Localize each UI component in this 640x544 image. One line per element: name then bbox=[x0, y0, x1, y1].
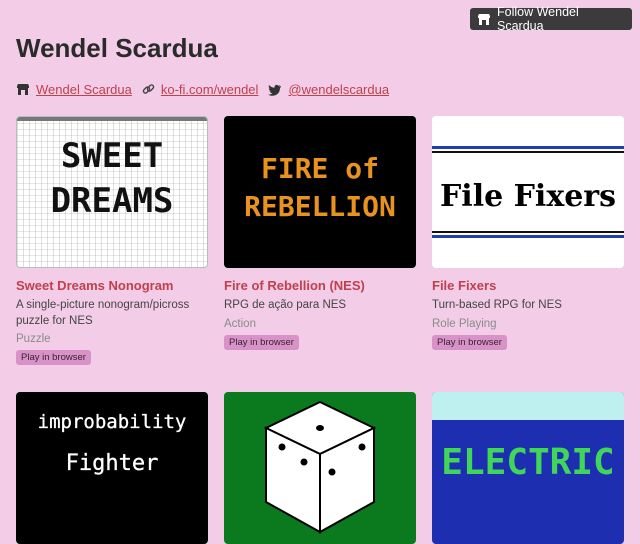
thumb-text-line-2: REBELLION bbox=[244, 190, 396, 223]
follow-button[interactable]: Follow Wendel Scardua bbox=[470, 5, 632, 33]
play-in-browser-badge: Play in browser bbox=[16, 350, 91, 366]
profile-link-itchio: Wendel Scardua bbox=[16, 82, 132, 97]
thumb-text-line-1: FIRE of bbox=[261, 152, 379, 185]
itchio-link[interactable]: Wendel Scardua bbox=[36, 82, 132, 97]
play-in-browser-badge: Play in browser bbox=[432, 334, 507, 350]
game-description: RPG de ação para NES bbox=[224, 299, 347, 311]
game-description: A single-picture nonogram/picross puzzle… bbox=[16, 299, 190, 327]
thumb-text-line-1: SWEET bbox=[61, 136, 163, 176]
game-title[interactable]: Sweet Dreams Nonogram bbox=[16, 278, 208, 293]
thumb-text-line-1: File Fixers bbox=[440, 179, 616, 214]
game-title[interactable]: File Fixers bbox=[432, 278, 624, 293]
game-thumbnail[interactable]: ELECTRIC bbox=[432, 392, 624, 544]
game-thumbnail[interactable]: FIRE of REBELLION bbox=[224, 116, 416, 268]
game-thumbnail[interactable] bbox=[224, 392, 416, 544]
game-card[interactable]: FIRE of REBELLION Fire of Rebellion (NES… bbox=[224, 116, 416, 350]
game-card[interactable] bbox=[224, 392, 416, 544]
game-thumbnail[interactable]: SWEET DREAMS bbox=[16, 116, 208, 268]
game-card[interactable]: File Fixers File Fixers Turn-based RPG f… bbox=[432, 116, 624, 350]
profile-link-twitter: @wendelscardua bbox=[268, 82, 389, 97]
thumb-text-line-2: Fighter bbox=[66, 451, 159, 476]
kofi-link[interactable]: ko-fi.com/wendel bbox=[161, 82, 259, 97]
thumb-text-line-1: improbability bbox=[38, 411, 187, 433]
itchio-icon bbox=[16, 83, 30, 96]
itchio-icon bbox=[477, 13, 491, 26]
game-thumbnail[interactable]: File Fixers bbox=[432, 116, 624, 268]
dice-icon bbox=[263, 400, 377, 534]
thumb-text-line-1: ELECTRIC bbox=[441, 442, 614, 483]
thumb-text-line-2: DREAMS bbox=[51, 181, 174, 221]
game-genre: Puzzle bbox=[16, 333, 51, 346]
game-genre: Role Playing bbox=[432, 317, 497, 330]
game-thumbnail[interactable]: improbability Fighter bbox=[16, 392, 208, 544]
twitter-icon bbox=[268, 84, 282, 96]
profile-link-kofi: ko-fi.com/wendel bbox=[142, 82, 259, 97]
game-title[interactable]: Fire of Rebellion (NES) bbox=[224, 278, 416, 293]
game-card[interactable]: ELECTRIC bbox=[432, 392, 624, 544]
follow-button-label: Follow Wendel Scardua bbox=[497, 5, 579, 33]
page-title: Wendel Scardua bbox=[16, 33, 218, 63]
play-in-browser-badge: Play in browser bbox=[224, 334, 299, 350]
game-genre: Action bbox=[224, 317, 256, 330]
game-card[interactable]: improbability Fighter bbox=[16, 392, 208, 544]
game-card[interactable]: SWEET DREAMS Sweet Dreams Nonogram A sin… bbox=[16, 116, 208, 366]
profile-links: Wendel Scardua ko-fi.com/wendel @wendels… bbox=[16, 82, 389, 97]
twitter-link[interactable]: @wendelscardua bbox=[288, 82, 389, 97]
link-icon bbox=[142, 83, 155, 96]
game-description: Turn-based RPG for NES bbox=[432, 299, 562, 311]
